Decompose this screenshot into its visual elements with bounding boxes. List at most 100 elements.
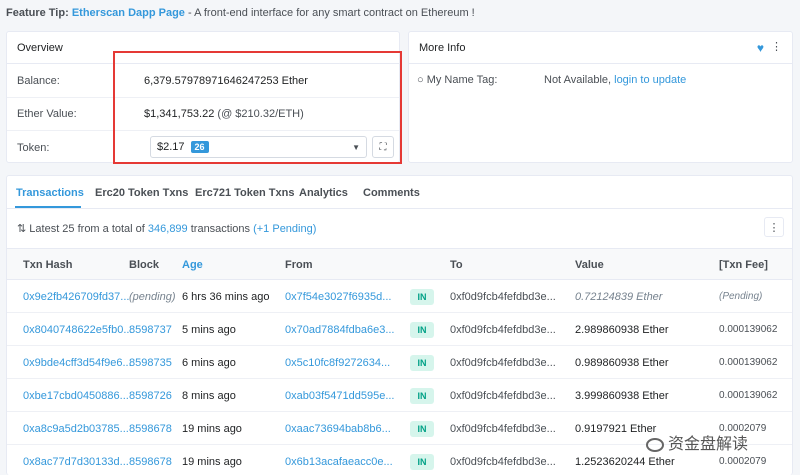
to-address: 0xf0d9fcb4fefdbd3e... (450, 291, 556, 303)
pending-link[interactable]: (+1 Pending) (253, 223, 316, 235)
direction-badge: IN (410, 289, 434, 305)
tab-transactions[interactable]: Transactions (16, 187, 84, 199)
from-address-link[interactable]: 0xaac73694bab8b6... (285, 423, 391, 435)
value-text: 0.989860938 Ether (575, 357, 669, 369)
from-address-link[interactable]: 0x70ad7884fdba6e3... (285, 324, 395, 336)
age-text: 19 mins ago (182, 423, 242, 435)
header-value: Value (575, 259, 604, 271)
name-tag-label-text: My Name Tag: (426, 74, 498, 86)
block-link[interactable]: 8598737 (129, 324, 172, 336)
fee-text: (Pending) (719, 291, 763, 302)
tab-comments[interactable]: Comments (363, 187, 420, 199)
direction-badge: IN (410, 355, 434, 371)
header-age[interactable]: Age (182, 259, 203, 271)
ether-value-amount: $1,341,753.22 (144, 108, 215, 120)
total-txn-link[interactable]: 346,899 (148, 223, 188, 235)
ether-value-label: Ether Value: (17, 108, 77, 120)
age-text: 19 mins ago (182, 456, 242, 468)
ether-value-rate: (@ $210.32/ETH) (214, 108, 304, 120)
sort-icon: ⇅ (17, 223, 27, 235)
value-text: 1.2523620244 Ether (575, 456, 675, 468)
to-address: 0xf0d9fcb4fefdbd3e... (450, 390, 556, 402)
header-to: To (450, 259, 463, 271)
txn-hash-link[interactable]: 0xbe17cbd0450886... (23, 390, 129, 402)
tab-erc721[interactable]: Erc721 Token Txns (195, 187, 294, 199)
fee-text: 0.000139062 (719, 324, 778, 335)
tab-analytics[interactable]: Analytics (299, 187, 348, 199)
block-link[interactable]: 8598678 (129, 423, 172, 435)
age-text: 8 mins ago (182, 390, 236, 402)
to-address: 0xf0d9fcb4fefdbd3e... (450, 357, 556, 369)
kebab-icon: ⋮ (768, 221, 780, 234)
block-link[interactable]: 8598735 (129, 357, 172, 369)
table-row: 0x9bde4cff3d54f9e6... 8598735 6 mins ago 0x… (7, 346, 792, 379)
age-text: 6 mins ago (182, 357, 236, 369)
token-dropdown[interactable]: $2.17 26 ▼ (150, 136, 367, 158)
table-header: Txn Hash Block Age From To Value [Txn Fe… (7, 248, 792, 280)
chevron-down-icon: ▼ (352, 143, 360, 152)
txn-hash-link[interactable]: 0x8ac77d7d30133d... (23, 456, 129, 468)
ether-value-row: Ether Value: $1,341,753.22 (@ $210.32/ET… (7, 98, 399, 131)
value-text: 3.999860938 Ether (575, 390, 669, 402)
dapp-page-link[interactable]: Etherscan Dapp Page (72, 7, 185, 19)
from-address-link[interactable]: 0x5c10fc8f9272634... (285, 357, 390, 369)
feature-tip-prefix: Feature Tip: (6, 7, 69, 19)
name-tag-value: Not Available, login to update (544, 74, 686, 86)
header-txn-fee[interactable]: [Txn Fee] (719, 259, 768, 271)
name-tag-label: ○ My Name Tag: (417, 74, 498, 86)
txn-hash-link[interactable]: 0x8040748622e5fb0... (23, 324, 133, 336)
direction-badge: IN (410, 322, 434, 338)
txn-hash-link[interactable]: 0x9e2fb426709fd37... (23, 291, 129, 303)
heart-icon[interactable]: ♥ (757, 41, 764, 55)
to-address: 0xf0d9fcb4fefdbd3e... (450, 456, 556, 468)
summary-prefix: Latest 25 from a total of (29, 223, 148, 235)
wechat-icon (646, 437, 664, 452)
value-text: 2.989860938 Ether (575, 324, 669, 336)
balance-label: Balance: (17, 75, 60, 87)
active-tab-underline (15, 206, 81, 208)
block-link[interactable]: 8598678 (129, 456, 172, 468)
direction-badge: IN (410, 421, 434, 437)
header-from: From (285, 259, 313, 271)
fee-text: 0.0002079 (719, 456, 767, 467)
table-options-button[interactable]: ⋮ (764, 217, 784, 237)
to-address: 0xf0d9fcb4fefdbd3e... (450, 423, 556, 435)
value-text: 0.9197921 Ether (575, 423, 657, 435)
more-info-title: More Info (409, 32, 792, 64)
from-address-link[interactable]: 0x7f54e3027f6935d... (285, 291, 391, 303)
more-options-icon[interactable]: ⋮ (771, 40, 782, 53)
feature-tip-text: - A front-end interface for any smart co… (184, 7, 475, 19)
token-value: $2.17 (157, 141, 185, 153)
token-row: Token: $2.17 26 ▼ ⛶ (7, 131, 399, 164)
txn-hash-link[interactable]: 0x9bde4cff3d54f9e6... (23, 357, 132, 369)
login-link[interactable]: login to update (614, 74, 686, 86)
name-tag-row: ○ My Name Tag: Not Available, login to u… (409, 65, 792, 95)
balance-value: 6,379.57978971646247253 Ether (144, 75, 308, 87)
block-link[interactable]: 8598726 (129, 390, 172, 402)
watermark: 资金盘解读 (646, 430, 748, 454)
expand-token-button[interactable]: ⛶ (372, 136, 394, 158)
token-count-badge: 26 (190, 141, 209, 153)
txn-hash-link[interactable]: 0xa8c9a5d2b03785... (23, 423, 129, 435)
more-info-card: More Info ♥ ⋮ ○ My Name Tag: Not Availab… (408, 31, 793, 163)
balance-row: Balance: 6,379.57978971646247253 Ether (7, 65, 399, 98)
direction-badge: IN (410, 388, 434, 404)
expand-icon: ⛶ (379, 141, 387, 153)
name-tag-status: Not Available, (544, 74, 615, 86)
from-address-link[interactable]: 0xab03f5471dd595e... (285, 390, 395, 402)
header-block: Block (129, 259, 159, 271)
summary-mid: transactions (187, 223, 254, 235)
feature-tip: Feature Tip: Etherscan Dapp Page - A fro… (6, 7, 475, 19)
block-link[interactable]: (pending) (129, 291, 175, 303)
age-text: 5 mins ago (182, 324, 236, 336)
from-address-link[interactable]: 0x6b13acafaeacc0e... (285, 456, 393, 468)
header-txn-hash: Txn Hash (23, 259, 73, 271)
table-row: 0xbe17cbd0450886... 8598726 8 mins ago 0xab… (7, 379, 792, 412)
tab-bar: Transactions Erc20 Token Txns Erc721 Tok… (7, 176, 792, 209)
overview-title: Overview (7, 32, 399, 64)
ether-value: $1,341,753.22 (@ $210.32/ETH) (144, 108, 304, 120)
watermark-text: 资金盘解读 (668, 436, 749, 453)
tab-erc20[interactable]: Erc20 Token Txns (95, 187, 188, 199)
fee-text: 0.000139062 (719, 357, 778, 368)
token-label: Token: (17, 141, 50, 154)
